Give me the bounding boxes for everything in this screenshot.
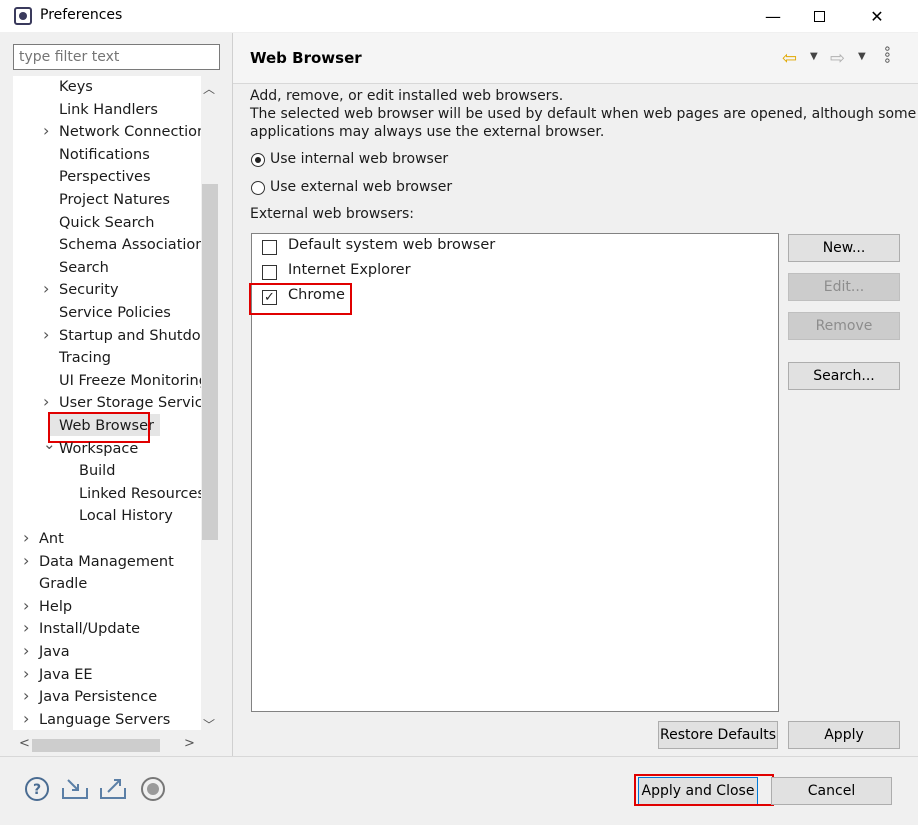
- restore-defaults-button[interactable]: Restore Defaults: [658, 721, 778, 749]
- scroll-down-icon[interactable]: ﹀: [203, 716, 215, 733]
- expand-right-arrow-icon[interactable]: ›: [23, 710, 33, 726]
- tree-vertical-scroll-thumb[interactable]: [202, 184, 218, 540]
- tree-item[interactable]: Help: [39, 596, 72, 618]
- scroll-left-icon[interactable]: <: [19, 736, 30, 751]
- header-separator: [233, 83, 918, 84]
- tree-item[interactable]: Notifications: [59, 144, 150, 166]
- view-menu-icon[interactable]: ∘ ∘ ∘: [883, 42, 892, 68]
- record-icon[interactable]: [140, 776, 166, 808]
- close-button[interactable]: ✕: [854, 0, 900, 32]
- tree-item[interactable]: Schema Associations: [59, 234, 212, 256]
- chrome-highlight-box: [249, 283, 352, 315]
- tree-item[interactable]: Java EE: [39, 664, 93, 686]
- minimize-button[interactable]: —: [750, 0, 796, 32]
- scroll-up-icon[interactable]: ︿: [203, 80, 215, 97]
- expand-right-arrow-icon[interactable]: ›: [23, 688, 33, 704]
- forward-history-dropdown-icon[interactable]: ▼: [858, 51, 866, 62]
- tree-item[interactable]: Link Handlers: [59, 99, 158, 121]
- expand-right-arrow-icon[interactable]: ›: [23, 665, 33, 681]
- new-button[interactable]: New...: [788, 234, 900, 262]
- expand-right-arrow-icon[interactable]: ›: [23, 530, 33, 546]
- internal-browser-radio[interactable]: [251, 153, 265, 167]
- expand-right-arrow-icon[interactable]: ›: [23, 620, 33, 636]
- tree-item[interactable]: Local History: [79, 505, 173, 527]
- tree-item[interactable]: Keys: [59, 76, 93, 98]
- apply-button[interactable]: Apply: [788, 721, 900, 749]
- tree-item[interactable]: Linked Resources: [79, 483, 205, 505]
- eclipse-app-icon: [14, 7, 32, 25]
- export-icon[interactable]: [98, 776, 128, 808]
- minimize-icon: —: [765, 6, 781, 26]
- tree-item[interactable]: Perspectives: [59, 166, 151, 188]
- preferences-tree: Keys Link Handlers › Network Connections Not…: [13, 76, 220, 730]
- tree-item[interactable]: Search: [59, 257, 109, 279]
- tree-item[interactable]: Data Management: [39, 551, 174, 573]
- expand-down-arrow-icon[interactable]: ⌄: [43, 436, 56, 451]
- expand-right-arrow-icon[interactable]: ›: [43, 394, 53, 410]
- description-line-2: The selected web browser will be used by…: [250, 106, 917, 122]
- tree-item[interactable]: Install/Update: [39, 618, 140, 640]
- back-history-dropdown-icon[interactable]: ▼: [810, 51, 818, 62]
- tree-item[interactable]: Security: [59, 279, 119, 301]
- list-item-label[interactable]: Default system web browser: [288, 237, 495, 253]
- tree-item[interactable]: Startup and Shutdown: [59, 325, 220, 347]
- scroll-right-icon[interactable]: >: [184, 736, 195, 751]
- tree-item[interactable]: Build: [79, 460, 115, 482]
- external-browsers-label: External web browsers:: [250, 206, 414, 222]
- expand-right-arrow-icon[interactable]: ›: [43, 326, 53, 342]
- tree-item[interactable]: Network Connections: [59, 121, 214, 143]
- tree-item[interactable]: Language Servers: [39, 709, 170, 730]
- expand-right-arrow-icon[interactable]: ›: [23, 643, 33, 659]
- list-item-label[interactable]: Internet Explorer: [288, 262, 411, 278]
- search-button[interactable]: Search...: [788, 362, 900, 390]
- tree-item[interactable]: Ant: [39, 528, 64, 550]
- footer-separator: [0, 756, 918, 757]
- maximize-icon: [813, 10, 825, 22]
- external-browser-label[interactable]: Use external web browser: [270, 179, 452, 195]
- remove-button[interactable]: Remove: [788, 312, 900, 340]
- close-icon: ✕: [870, 6, 884, 26]
- edit-button[interactable]: Edit...: [788, 273, 900, 301]
- default-browser-checkbox[interactable]: [262, 240, 277, 255]
- apply-and-close-highlight-box: [634, 774, 774, 806]
- tree-item[interactable]: Quick Search: [59, 212, 154, 234]
- forward-arrow-icon[interactable]: ⇨: [830, 48, 845, 69]
- svg-text:?: ?: [33, 782, 41, 798]
- expand-right-arrow-icon[interactable]: ›: [43, 281, 53, 297]
- import-icon[interactable]: [60, 776, 90, 808]
- pane-divider[interactable]: [232, 33, 233, 756]
- expand-right-arrow-icon[interactable]: ›: [43, 123, 53, 139]
- tree-item[interactable]: UI Freeze Monitoring: [59, 370, 208, 392]
- tree-item[interactable]: Project Natures: [59, 189, 170, 211]
- maximize-button[interactable]: [796, 0, 842, 32]
- tree-item[interactable]: Java Persistence: [39, 686, 157, 708]
- expand-right-arrow-icon[interactable]: ›: [23, 597, 33, 613]
- tree-item[interactable]: Workspace: [59, 438, 138, 460]
- tree-item[interactable]: Tracing: [59, 347, 111, 369]
- tree-item[interactable]: Java: [39, 641, 70, 663]
- expand-right-arrow-icon[interactable]: ›: [23, 552, 33, 568]
- page-title: Web Browser: [250, 49, 362, 67]
- external-browser-radio[interactable]: [251, 181, 265, 195]
- cancel-button[interactable]: Cancel: [771, 777, 892, 805]
- description-line-1: Add, remove, or edit installed web brows…: [250, 88, 564, 104]
- tree-item[interactable]: Gradle: [39, 573, 87, 595]
- description-line-3: applications may always use the external…: [250, 124, 605, 140]
- back-arrow-icon[interactable]: ⇦: [782, 48, 797, 69]
- tree-item[interactable]: Service Policies: [59, 302, 171, 324]
- internal-browser-label[interactable]: Use internal web browser: [270, 151, 448, 167]
- window-title: Preferences: [40, 7, 123, 23]
- tree-horizontal-scroll-thumb[interactable]: [32, 739, 160, 752]
- internet-explorer-checkbox[interactable]: [262, 265, 277, 280]
- filter-input[interactable]: [13, 44, 220, 70]
- help-icon[interactable]: ?: [24, 776, 50, 808]
